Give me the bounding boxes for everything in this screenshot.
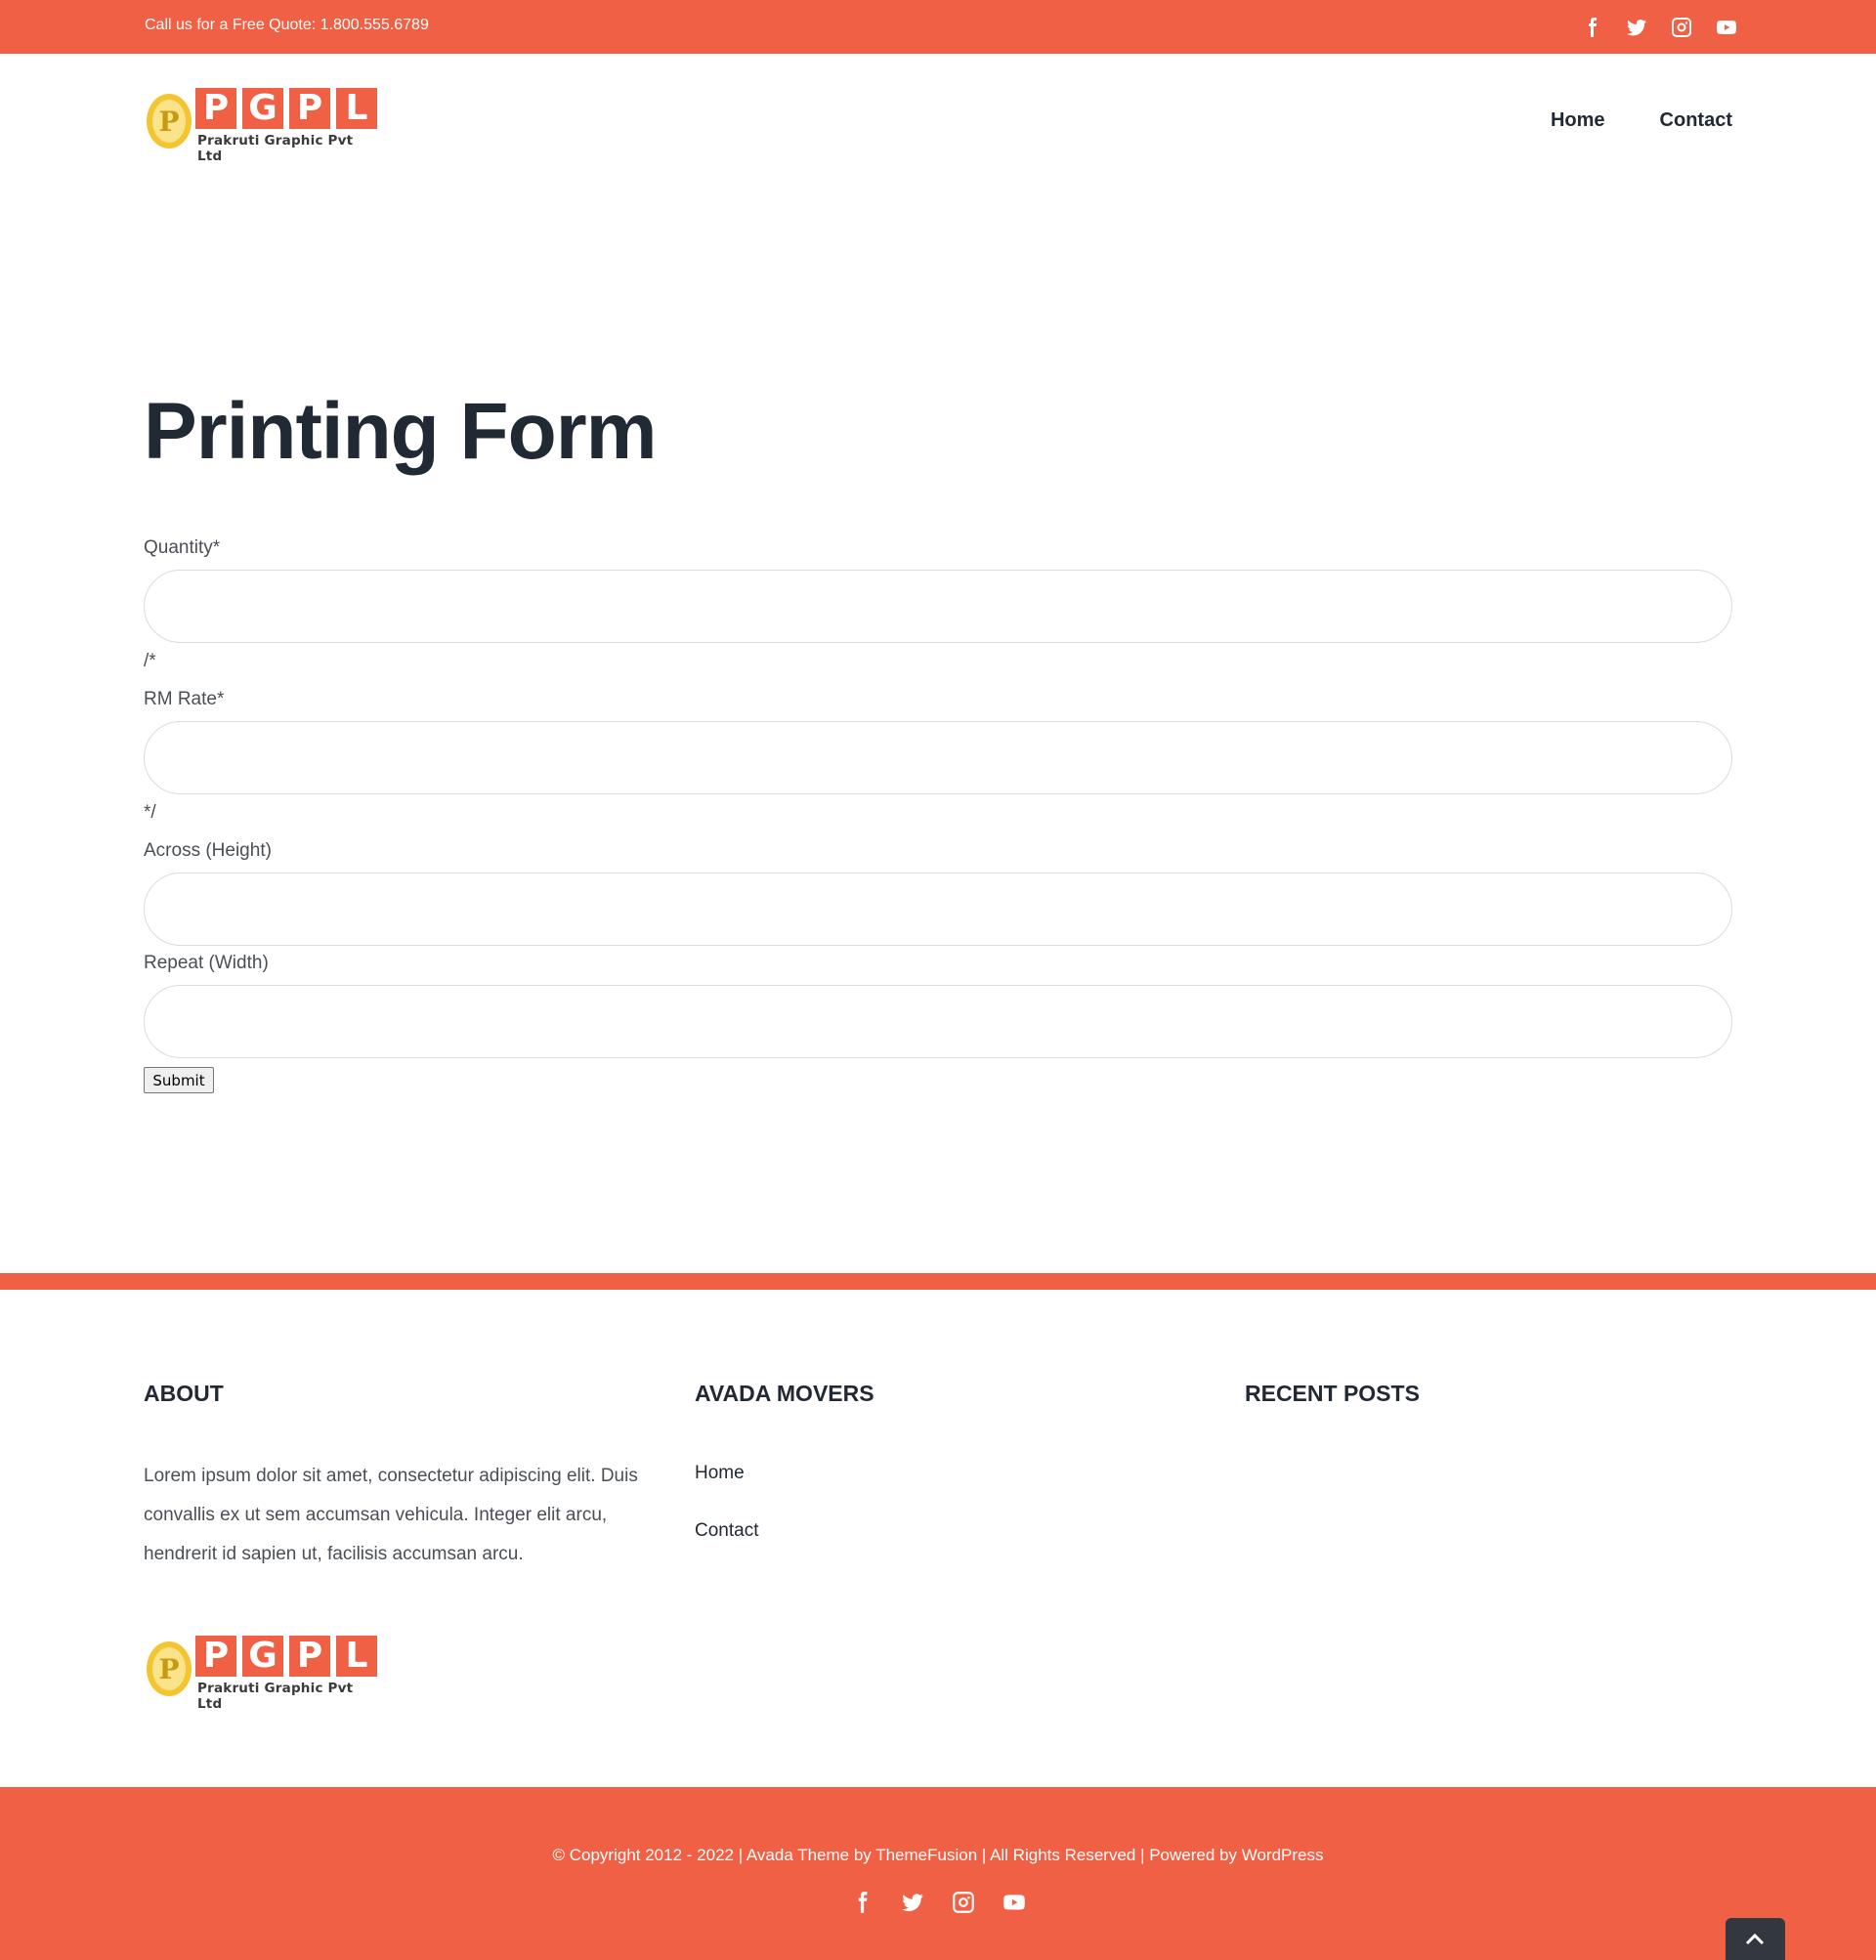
medal-icon: P [147,1641,192,1696]
about-text: Lorem ipsum dolor sit amet, consectetur … [144,1466,638,1564]
main-nav: Home Contact [1551,109,1732,132]
footer-link-contact[interactable]: Contact [695,1520,758,1542]
footer-divider [0,1273,1876,1290]
quote-phone-text: Call us for a Free Quote: 1.800.555.6789 [145,17,429,33]
site-header: P P G P L Prakruti Graphic Pvt Ltd Home … [0,54,1876,181]
youtube-icon[interactable] [1715,16,1738,39]
scroll-to-top-button[interactable] [1726,1918,1785,1960]
facebook-icon[interactable] [849,1890,874,1915]
logo-letters: P G P L [195,1636,383,1677]
chevron-up-icon [1745,1933,1765,1945]
instagram-icon[interactable] [951,1890,976,1915]
footer-link-home[interactable]: Home [695,1463,745,1484]
recent-posts-title: RECENT POSTS [1245,1381,1420,1406]
youtube-icon[interactable] [1002,1890,1027,1915]
repeat-width-label: Repeat (Width) [144,953,269,973]
movers-title: AVADA MOVERS [695,1381,874,1406]
medal-icon: P [147,94,192,149]
nav-item-home[interactable]: Home [1551,109,1605,132]
svg-text:P: P [158,106,179,138]
logo-tagline: Prakruti Graphic Pvt Ltd [197,133,354,164]
submit-button[interactable]: Submit [144,1067,214,1093]
site-logo[interactable]: P P G P L Prakruti Graphic Pvt Ltd [145,86,377,164]
quantity-input[interactable] [144,570,1732,643]
svg-text:P: P [158,1653,179,1685]
top-bar: Call us for a Free Quote: 1.800.555.6789 [0,0,1876,54]
copyright-text: © Copyright 2012 - 2022 | Avada Theme by… [552,1846,1324,1864]
site-footer: ABOUT Lorem ipsum dolor sit amet, consec… [0,1290,1876,1788]
across-height-input[interactable] [144,873,1732,946]
repeat-width-input[interactable] [144,985,1732,1058]
nav-item-contact[interactable]: Contact [1660,109,1732,132]
footer-social-links [849,1890,1027,1915]
page-title: Printing Form [144,387,658,476]
copyright-bar: © Copyright 2012 - 2022 | Avada Theme by… [0,1787,1876,1960]
twitter-icon[interactable] [900,1890,925,1915]
comment-open-text: /* [144,651,156,671]
facebook-icon[interactable] [1580,16,1603,39]
instagram-icon[interactable] [1670,16,1693,39]
rm-rate-input[interactable] [144,721,1732,794]
footer-logo[interactable]: P P G P L Prakruti Graphic Pvt Ltd [145,1634,377,1712]
quantity-label: Quantity* [144,537,221,558]
about-title: ABOUT [144,1381,224,1406]
comment-close-text: */ [144,802,156,823]
rm-rate-label: RM Rate* [144,689,225,709]
twitter-icon[interactable] [1625,16,1648,39]
logo-letters: P G P L [195,88,383,129]
header-social-links [1580,16,1738,39]
logo-tagline: Prakruti Graphic Pvt Ltd [197,1681,354,1712]
across-height-label: Across (Height) [144,840,272,861]
